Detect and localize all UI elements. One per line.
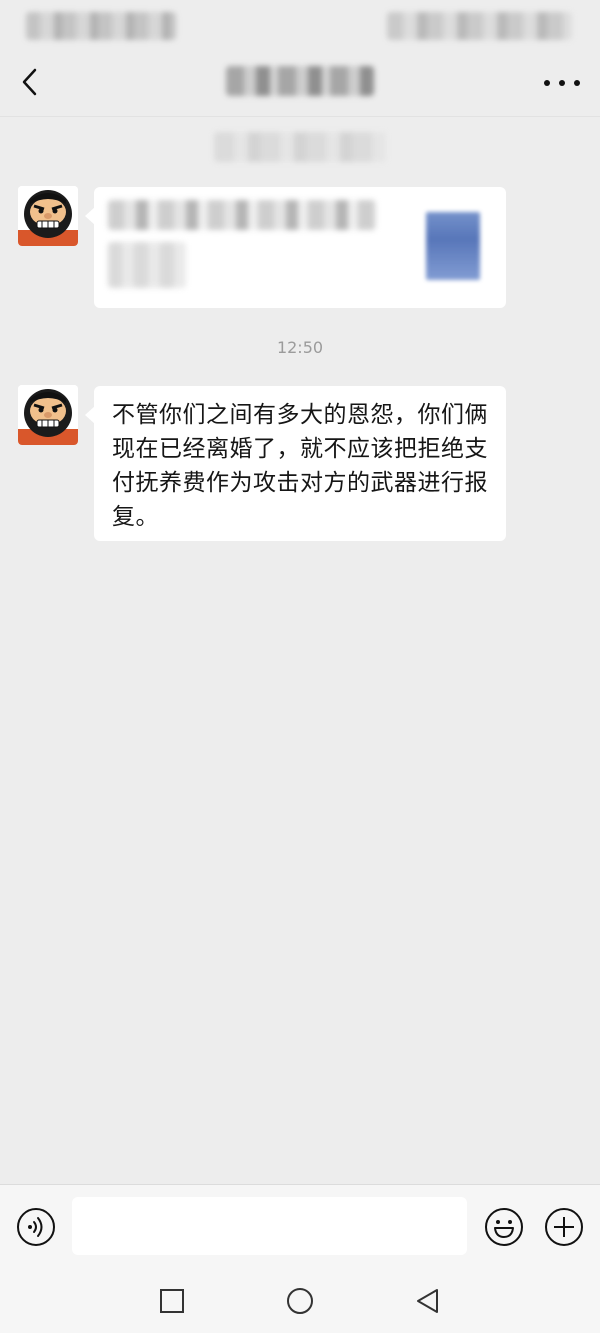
back-chevron-icon (22, 68, 37, 96)
text-message-bubble[interactable]: 不管你们之间有多大的恩怨，你们俩现在已经离婚了，就不应该把拒绝支付抚养费作为攻击… (85, 386, 506, 541)
system-notice-blurred (214, 132, 386, 162)
input-bar (0, 1184, 600, 1268)
emoji-icon (485, 1208, 523, 1246)
back-button[interactable] (14, 62, 50, 102)
home-button[interactable] (285, 1286, 315, 1316)
more-dot (559, 80, 565, 86)
message-timestamp: 12:50 (276, 338, 324, 357)
card-title-blurred (108, 200, 376, 230)
more-dot (574, 80, 580, 86)
message-text: 不管你们之间有多大的恩怨，你们俩现在已经离婚了，就不应该把拒绝支付抚养费作为攻击… (112, 402, 488, 530)
plus-icon (545, 1208, 583, 1246)
system-back-button[interactable] (413, 1286, 443, 1316)
avatar[interactable] (18, 186, 78, 246)
cartoon-face-avatar-icon (18, 186, 78, 246)
more-options-button[interactable] (544, 68, 580, 98)
cartoon-face-avatar-icon (18, 385, 78, 445)
chat-header (0, 50, 600, 116)
recent-apps-button[interactable] (157, 1286, 187, 1316)
avatar[interactable] (18, 385, 78, 445)
emoji-button[interactable] (484, 1207, 524, 1247)
status-bar-left-blurred (26, 12, 176, 40)
header-divider (0, 116, 600, 117)
status-bar (0, 0, 600, 50)
square-icon (160, 1289, 184, 1313)
status-bar-right-blurred (387, 12, 572, 40)
voice-icon (17, 1208, 55, 1246)
card-subtitle-blurred (108, 242, 186, 288)
chat-screen: 12:50 不管你们之间有多大的恩怨，你们俩现在已经离婚了，就不应该把拒绝支付抚… (0, 0, 600, 1333)
circle-icon (287, 1288, 313, 1314)
chat-title-blurred (226, 66, 374, 96)
message-input[interactable] (72, 1197, 467, 1255)
card-thumbnail-blurred (426, 212, 480, 280)
voice-button[interactable] (16, 1207, 56, 1247)
system-nav-bar (0, 1268, 600, 1333)
more-functions-button[interactable] (544, 1207, 584, 1247)
triangle-icon (417, 1289, 438, 1313)
more-dots-icon (544, 80, 550, 86)
